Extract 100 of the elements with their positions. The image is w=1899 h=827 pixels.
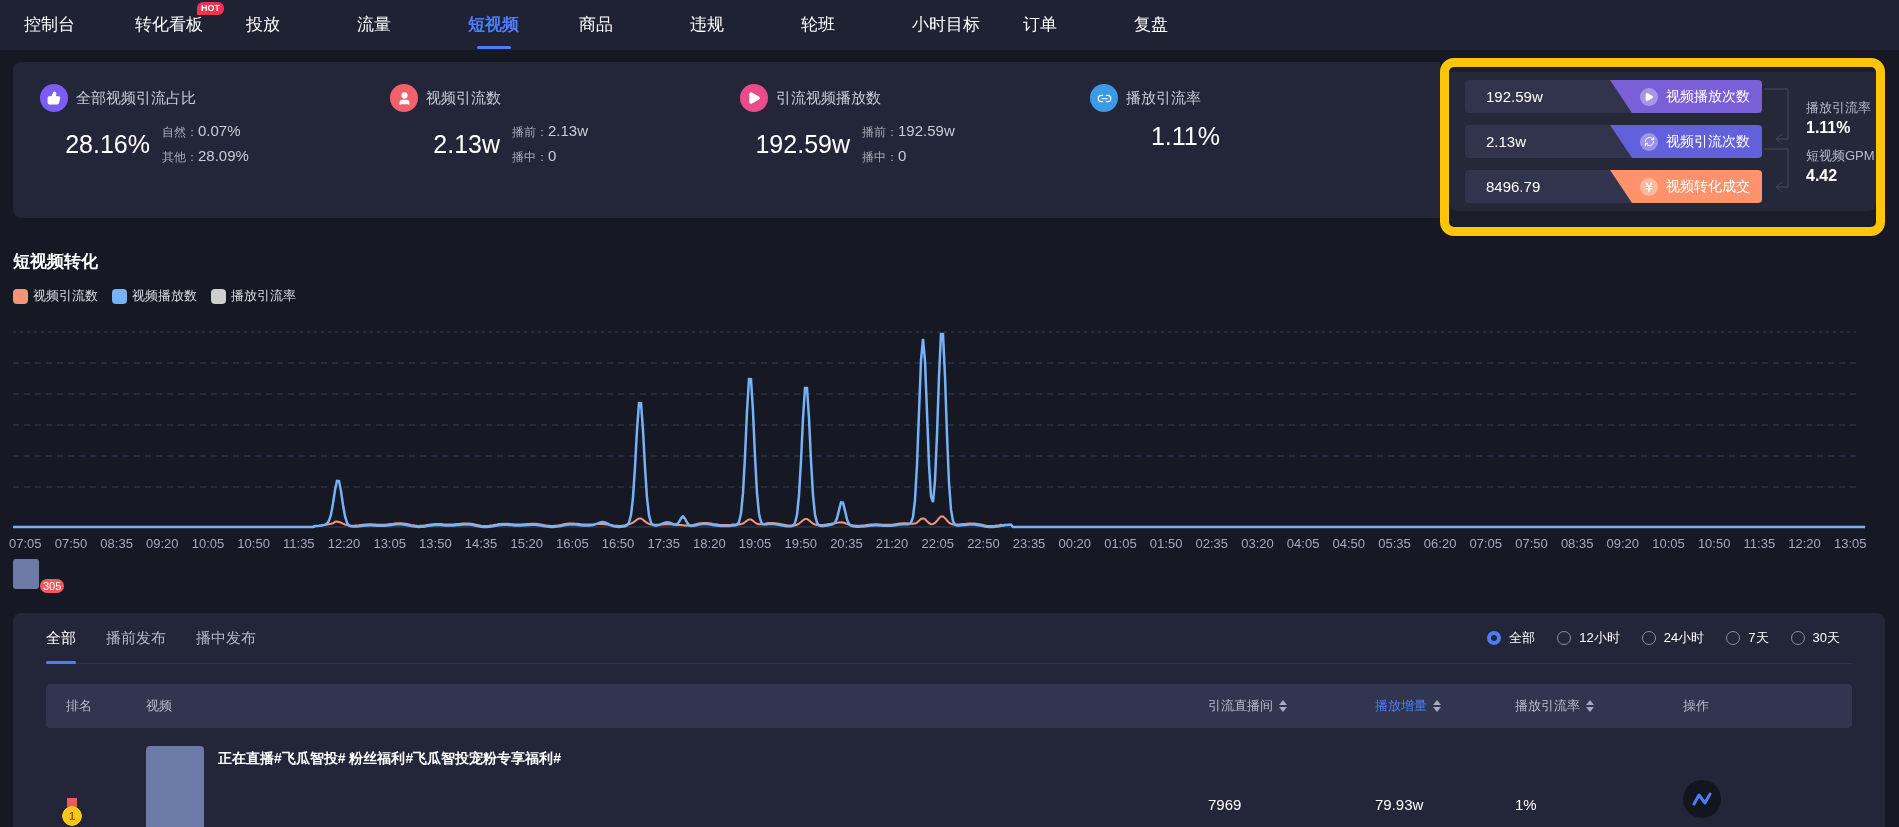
detail-value: 0.07% [198, 122, 241, 139]
ratio-value: 4.42 [1806, 166, 1839, 185]
axis-label: 07:05 [1469, 536, 1503, 551]
nav-tab[interactable]: 投放 [246, 0, 357, 50]
funnel-value: 192.59w [1486, 87, 1543, 107]
axis-label: 07:50 [1515, 536, 1548, 551]
detail-label: 播中： [862, 149, 898, 166]
axis-label: 04:05 [1286, 536, 1320, 551]
nav-tab[interactable]: 流量 [357, 0, 468, 50]
rank-medal: 1 [62, 798, 82, 826]
range-option[interactable]: 24小时 [1641, 629, 1705, 647]
axis-label: 14:35 [464, 536, 498, 551]
trend-icon [1692, 792, 1712, 806]
table-cell-text: 79.93w [1375, 796, 1425, 813]
axis-label: 00:20 [1058, 536, 1092, 551]
person-icon [396, 90, 412, 106]
funnel-label: 视频引流次数 [1610, 125, 1762, 158]
axis-label: 11:35 [283, 536, 315, 551]
nav-tab[interactable]: 订单 [1023, 0, 1134, 50]
funnel-label: 视频转化成交 [1610, 170, 1762, 203]
funnel-label: 视频播放次数 [1610, 80, 1762, 113]
metric-value: 2.13w [432, 129, 500, 159]
axis-label: 13:05 [1833, 536, 1867, 551]
axis-label: 02:35 [1195, 536, 1229, 551]
nav-tab[interactable]: 商品 [579, 0, 690, 50]
axis-label: 22:05 [921, 536, 954, 551]
axis-label: 21:20 [875, 536, 909, 551]
detail-label: 播前： [862, 124, 898, 141]
range-option[interactable]: 12小时 [1557, 629, 1620, 647]
count-badge: 305 [40, 579, 65, 593]
axis-label: 16:50 [601, 536, 635, 551]
filter-tab[interactable]: 全部 [46, 613, 76, 663]
axis-label: 18:20 [693, 536, 726, 551]
metric-value: 192.59w [754, 129, 850, 159]
axis-label: 03:20 [1241, 536, 1274, 551]
column-header: 操作 [1683, 697, 1709, 715]
axis-label: 10:50 [1697, 536, 1731, 551]
column-header[interactable]: 引流直播间 [1208, 697, 1273, 715]
axis-label: 09:20 [146, 536, 179, 551]
nav-tab[interactable]: 小时目标 [912, 0, 1023, 50]
axis-label: 07:50 [54, 536, 88, 551]
axis-label: 13:05 [373, 536, 406, 551]
axis-label: 22:50 [967, 536, 1000, 551]
column-header: 排名 [66, 697, 92, 715]
range-option[interactable]: 7天 [1726, 629, 1769, 647]
axis-label: 01:50 [1149, 536, 1183, 551]
section-title: 短视频转化 [13, 251, 99, 273]
axis-label: 16:05 [556, 536, 589, 551]
play-icon [747, 91, 761, 105]
axis-label: 09:20 [1606, 536, 1640, 551]
detail-label: 自然： [162, 124, 198, 141]
table-cell-text: 1% [1515, 796, 1538, 813]
filter-tab[interactable]: 播前发布 [106, 613, 166, 663]
nav-tab[interactable]: 复盘 [1134, 0, 1245, 50]
funnel-value: 2.13w [1486, 132, 1527, 152]
play-icon [1644, 91, 1654, 102]
refresh-icon [1643, 136, 1655, 147]
detail-label: 其他： [162, 149, 198, 166]
range-option[interactable]: 30天 [1790, 629, 1840, 647]
sort-icon[interactable] [1586, 700, 1594, 712]
nav-tab[interactable]: HOT 转化看板 [135, 0, 246, 50]
sort-icon[interactable] [1279, 700, 1287, 712]
range-option[interactable]: 全部 [1487, 629, 1536, 647]
detail-value: 0 [548, 147, 557, 164]
filter-tab[interactable]: 播中发布 [196, 613, 256, 663]
axis-label: 07:05 [9, 536, 42, 551]
ratio-label: 播放引流率 [1806, 98, 1872, 117]
funnel-value: 8496.79 [1486, 177, 1541, 197]
axis-label: 23:35 [1012, 536, 1046, 551]
nav-tab[interactable]: 违规 [690, 0, 801, 50]
axis-label: 15:20 [510, 536, 543, 551]
sort-icon[interactable] [1433, 700, 1441, 712]
detail-value: 192.59w [898, 122, 955, 139]
axis-label: 12:20 [1788, 536, 1821, 551]
axis-label: 20:35 [830, 536, 863, 551]
metric-value: 1.11% [1149, 122, 1220, 151]
trend-button[interactable] [1683, 780, 1721, 818]
yen-icon [1644, 181, 1654, 192]
axis-label: 04:50 [1332, 536, 1366, 551]
metric-label: 播放引流率 [1126, 88, 1201, 108]
legend-item[interactable]: 视频引流数 [13, 287, 98, 305]
axis-label: 19:05 [738, 536, 772, 551]
axis-label: 11:35 [1743, 536, 1776, 551]
nav-tab[interactable]: 控制台 [24, 0, 135, 50]
nav-tab[interactable]: 短视频 [468, 0, 579, 50]
video-title[interactable]: 正在直播#飞瓜智投# 粉丝福利#飞瓜智投宠粉专享福利# [218, 750, 562, 827]
axis-label: 10:05 [1652, 536, 1685, 551]
detail-value: 2.13w [548, 122, 589, 139]
legend-item[interactable]: 视频播放数 [112, 287, 197, 305]
axis-label: 01:05 [1104, 536, 1137, 551]
nav-tab[interactable]: 轮班 [801, 0, 912, 50]
metric-value: 28.16% [64, 129, 150, 159]
metric-label: 视频引流数 [426, 88, 501, 108]
radio-button[interactable] [1487, 631, 1502, 645]
legend-item[interactable]: 播放引流率 [211, 287, 296, 305]
column-header[interactable]: 播放引流率 [1515, 697, 1580, 715]
thumbs-up-icon [47, 91, 61, 105]
metric-label: 引流视频播放数 [776, 88, 881, 108]
axis-label: 12:20 [327, 536, 361, 551]
ratio-label: 短视频GPM [1806, 146, 1875, 165]
